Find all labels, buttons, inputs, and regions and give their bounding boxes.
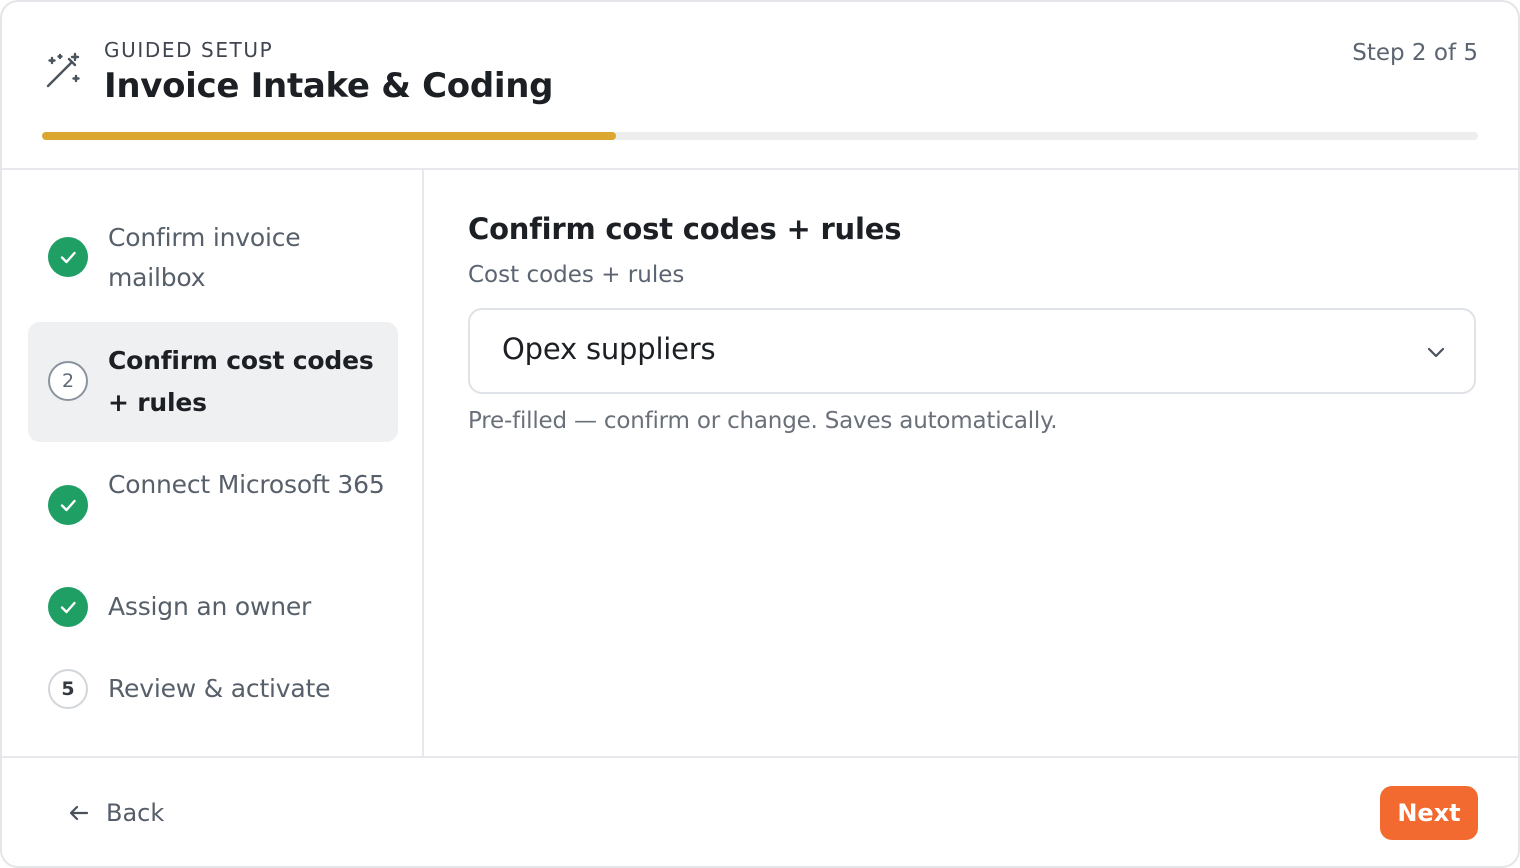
sidebar-step-label: Confirm invoice mailbox	[108, 223, 301, 292]
step-sidebar: Confirm invoice mailbox 2 Confirm cost c…	[2, 170, 424, 756]
sidebar-step-assign-owner[interactable]: Assign an owner	[28, 580, 398, 634]
footer: Back Next	[2, 756, 1518, 866]
cost-codes-select[interactable]: Opex suppliers	[468, 308, 1476, 394]
back-button-label: Back	[106, 799, 165, 827]
step-number-badge: 5	[48, 669, 88, 709]
chevron-down-icon	[1427, 347, 1445, 358]
check-icon	[60, 251, 76, 264]
field-hint: Pre-filled — confirm or change. Saves au…	[468, 408, 1058, 434]
back-button[interactable]: Back	[66, 796, 164, 830]
sidebar-step-label: Connect Microsoft 365	[108, 470, 385, 499]
sidebar-step-label: Review & activate	[108, 674, 331, 703]
step-counter: Step 2 of 5	[1352, 40, 1478, 66]
magic-wand-icon	[46, 52, 80, 88]
sidebar-step-label: Assign an owner	[108, 592, 312, 621]
step-complete-badge	[48, 237, 88, 277]
sidebar-step-review-activate[interactable]: 5 Review & activate	[28, 662, 398, 716]
sidebar-step-confirm-invoice-mailbox[interactable]: Confirm invoice mailbox	[28, 210, 398, 310]
sidebar-step-confirm-cost-codes[interactable]: 2 Confirm cost codes + rules	[28, 322, 398, 442]
check-icon	[60, 499, 76, 512]
section-title: Confirm cost codes + rules	[468, 212, 902, 246]
check-icon	[60, 601, 76, 614]
sidebar-step-label: Confirm cost codes + rules	[108, 346, 374, 417]
progress-bar	[42, 132, 1478, 140]
step-complete-badge	[48, 587, 88, 627]
setup-card: GUIDED SETUP Invoice Intake & Coding Ste…	[0, 0, 1520, 868]
page-title: Invoice Intake & Coding	[104, 66, 554, 106]
step-number-badge: 2	[48, 361, 88, 401]
eyebrow-label: GUIDED SETUP	[104, 38, 274, 62]
header: GUIDED SETUP Invoice Intake & Coding Ste…	[2, 2, 1518, 170]
next-button[interactable]: Next	[1380, 786, 1478, 840]
step-complete-badge	[48, 485, 88, 525]
select-value: Opex suppliers	[502, 332, 716, 366]
arrow-left-icon	[69, 805, 89, 821]
sidebar-step-connect-microsoft-365[interactable]: Connect Microsoft 365	[28, 460, 398, 550]
field-label: Cost codes + rules	[468, 262, 685, 288]
progress-bar-fill	[42, 132, 617, 140]
